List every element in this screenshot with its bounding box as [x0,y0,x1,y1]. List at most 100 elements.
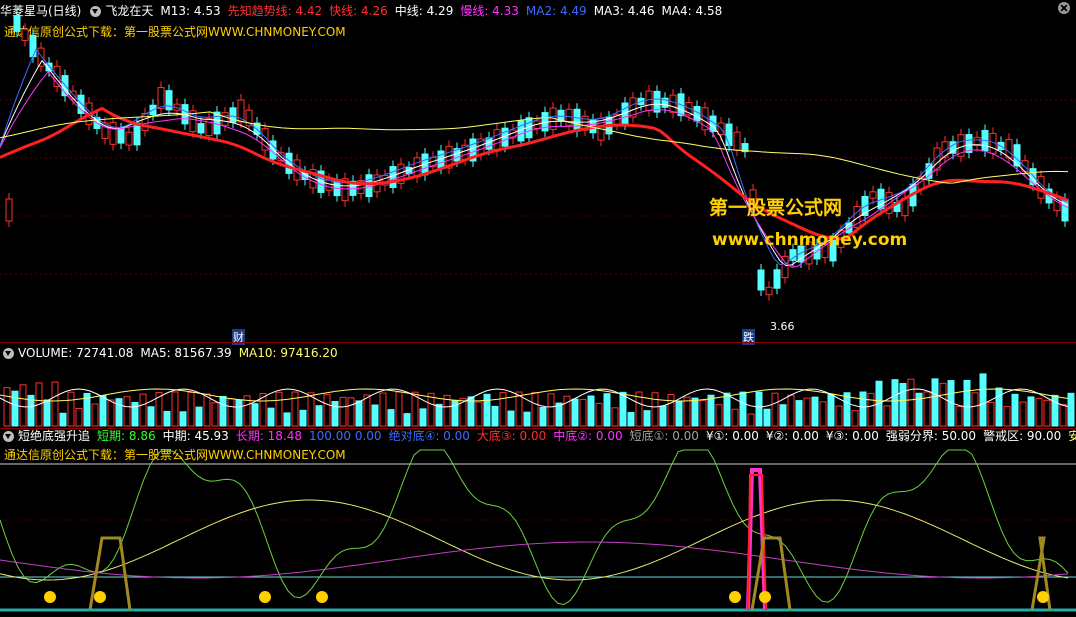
candle-body [869,191,877,199]
candle-body [733,131,741,151]
candle-body [765,286,773,296]
volume-bar [419,408,427,427]
volume-bar [723,392,731,427]
volume-bar [667,393,675,427]
volume-bar [435,403,443,427]
volume-bar [651,392,659,427]
volume-bar [571,398,579,427]
volume-bar [491,405,499,427]
volume-bar [603,393,611,427]
low-price-label: 3.66 [770,320,795,333]
volume-bar [203,393,211,427]
volume-bar [51,381,59,427]
volume-bar [931,378,939,427]
candle-body [133,122,141,146]
volume-bar [291,391,299,427]
candle-body [117,128,125,144]
volume-bar [195,406,203,427]
volume-bar [699,400,707,427]
volume-bar [659,405,667,427]
candle-body [37,47,45,67]
indicator-value-13: 安全 [1068,429,1076,443]
volume-bar [747,413,755,427]
volume-bar [739,391,747,427]
candle-body [29,34,37,58]
volume-bar [763,408,771,427]
indicator-value-10: ¥③: 0.00 [825,429,879,443]
volume-dropdown-icon[interactable] [3,347,14,359]
volume-bar [643,410,651,427]
volume-bar [387,409,395,427]
indicator-value-6: 中底②: 0.00 [553,429,623,443]
indicator-value-3: 100.00 0.00 [309,429,382,443]
volume-bar [891,379,899,427]
indicator-value-7: 短底①: 0.00 [629,429,699,443]
volume-bar [859,391,867,427]
watermark-title: 第一股票公式网 [709,197,843,219]
candle-body [789,249,797,261]
volume-bar [1019,401,1027,427]
volume-bar [59,412,67,427]
olive-signal [750,536,792,611]
candle-body [125,131,133,146]
candle-body [141,113,149,131]
volume-bar [19,384,27,427]
volume-bar [707,394,715,427]
volume-bar [779,404,787,427]
indicator-panel-name[interactable]: 短绝底强升追 [18,428,90,444]
volume-bar [547,393,555,427]
volume-bar [427,392,435,427]
volume-bar [163,410,171,427]
volume-bar [619,391,627,427]
volume-header: VOLUME: 72741.08 MA5: 81567.39 MA10: 97416… [0,345,345,361]
chart-canvas [0,9,1076,612]
panel-divider-1 [0,342,1076,343]
smiley-icon [1037,591,1049,603]
volume-bar [523,411,531,427]
candle-body [757,269,765,291]
indicator-value-5: 大底③: 0.00 [476,429,547,443]
volume-bar [1051,394,1059,427]
volume-bar [67,391,75,427]
volume-bar [11,390,19,427]
indicator-value-2: 长期: 18.48 [235,429,303,443]
volume-bar [227,398,235,427]
volume-bar [851,410,859,427]
volume-bar [755,391,763,427]
volume-bar [715,404,723,427]
volume-bar [627,412,635,427]
volume-bar [587,395,595,427]
indicator-panel-dropdown-icon[interactable] [3,430,14,442]
volume-bar [371,404,379,427]
candlesticks [5,9,1069,301]
candle-body [165,90,173,111]
smiley-icon [44,591,56,603]
volume-bar [379,392,387,427]
volume-bar [75,408,83,427]
volume-bar [99,395,107,427]
smiley-icon [316,591,328,603]
volume-bar [827,393,835,427]
candle-body [725,123,733,147]
volume-bar [347,397,355,427]
candle-body [645,90,653,111]
volume-bar [299,409,307,427]
candle-body [197,123,205,134]
volume-bar [147,406,155,427]
candle-body [389,166,397,188]
volume-bar [963,379,971,427]
volume-bar [1067,392,1075,427]
volume-bar [867,392,875,427]
candle-body [221,112,229,126]
smiley-icon [94,591,106,603]
volume-bar [731,408,739,427]
volume-bar [315,405,323,427]
volume-bar [1003,405,1011,427]
volume-bar [251,403,259,427]
volume-bar [563,395,571,427]
ma-line-blue [0,48,1069,266]
volume-bar [475,401,483,427]
volume-bar [1059,403,1067,427]
indicator-value-8: ¥①: 0.00 [705,429,759,443]
indicator-header: 短绝底强升追 短期: 8.86 中期: 45.93 长期: 18.48 100.00 … [0,428,1076,444]
